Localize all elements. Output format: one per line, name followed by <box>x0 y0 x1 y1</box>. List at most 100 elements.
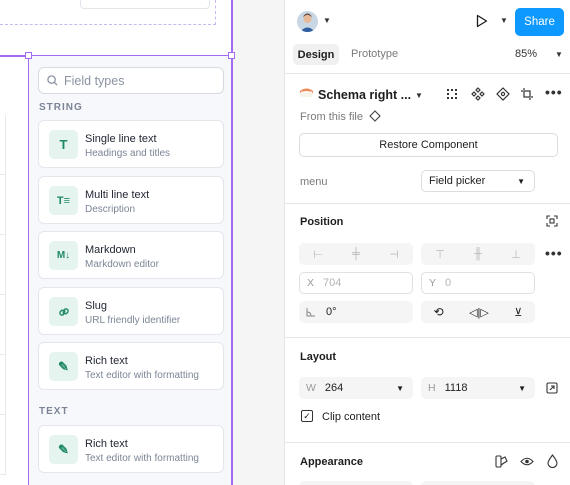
grid-select-icon[interactable] <box>445 87 459 101</box>
appearance-section-title: Appearance <box>300 456 363 468</box>
more-options-icon[interactable]: ••• <box>545 245 563 261</box>
divider <box>285 203 570 204</box>
frame-above-input <box>80 0 210 9</box>
section-label-string: STRING <box>39 102 83 113</box>
y-position-field[interactable]: Y 0 <box>421 272 535 294</box>
zoom-level[interactable]: 85% <box>515 48 537 60</box>
field-type-subtitle: URL friendly identifier <box>85 315 181 326</box>
chevron-down-icon: ▼ <box>518 383 526 393</box>
x-label: X <box>307 277 315 289</box>
field-type-subtitle: Description <box>85 204 136 215</box>
property-label: menu <box>300 176 328 188</box>
horizontal-align-group: ⊢ ╪ ⊣ <box>299 243 413 265</box>
w-value: 264 <box>324 382 344 394</box>
align-top-icon[interactable]: ⊤ <box>421 243 459 265</box>
field-type-subtitle: Headings and titles <box>85 148 171 159</box>
chevron-down-icon: ▼ <box>517 176 525 186</box>
divider <box>285 442 570 443</box>
property-select[interactable]: Field picker ▼ <box>421 170 535 192</box>
chevron-down-icon: ▼ <box>396 383 404 393</box>
left-column-edge <box>0 115 6 475</box>
eye-icon[interactable] <box>520 456 534 467</box>
field-type-card[interactable]: T Single line text Headings and titles <box>38 120 224 168</box>
align-left-icon[interactable]: ⊢ <box>299 243 337 265</box>
rotate-90-icon[interactable]: ⟲ <box>434 305 444 319</box>
field-type-subtitle: Text editor with formatting <box>85 370 199 381</box>
canvas[interactable]: Field types STRING T Single line text He… <box>0 0 284 485</box>
drop-icon[interactable] <box>547 454 558 468</box>
more-options-icon[interactable]: ••• <box>545 84 563 100</box>
y-label: Y <box>429 277 437 289</box>
x-position-field[interactable]: X 704 <box>299 272 413 294</box>
component-icon[interactable] <box>471 87 485 101</box>
field-picker-component[interactable]: Field types STRING T Single line text He… <box>28 56 232 485</box>
chevron-down-icon[interactable]: ▼ <box>415 91 423 100</box>
field-type-title: Rich text <box>85 355 128 367</box>
style-variables-icon[interactable] <box>495 455 508 468</box>
field-type-title: Single line text <box>85 133 157 145</box>
search-input[interactable]: Field types <box>38 67 224 94</box>
rich-text-icon: ✎ <box>49 352 78 381</box>
w-label: W <box>306 382 316 394</box>
field-type-card[interactable]: Slug URL friendly identifier <box>38 287 224 335</box>
play-icon[interactable] <box>476 14 488 28</box>
avatar[interactable] <box>297 11 318 32</box>
field-type-title: Multi line text <box>85 189 150 201</box>
transform-group: ⟲ ◁|▷ ⊻ <box>421 301 535 323</box>
share-button[interactable]: Share <box>515 8 564 36</box>
clip-content-checkbox[interactable]: ✓ <box>301 410 313 422</box>
field-type-title: Markdown <box>85 244 136 256</box>
resize-handle-top-left[interactable] <box>25 52 32 59</box>
chevron-down-icon[interactable]: ▼ <box>500 16 508 25</box>
sushi-icon <box>300 88 313 97</box>
component-name[interactable]: Schema right ... <box>318 88 411 102</box>
field-type-card[interactable]: ✎ Rich text Text editor with formatting <box>38 342 224 390</box>
search-placeholder: Field types <box>64 73 125 88</box>
field-type-subtitle: Markdown editor <box>85 259 159 270</box>
flip-vertical-icon[interactable]: ⊻ <box>514 306 522 319</box>
clip-content-label: Clip content <box>322 411 381 423</box>
multiline-text-icon: T≡ <box>49 186 78 215</box>
h-label: H <box>428 382 436 394</box>
field-type-subtitle: Text editor with formatting <box>85 453 199 464</box>
divider <box>285 337 570 338</box>
constraints-icon[interactable] <box>546 215 558 227</box>
field-type-title: Rich text <box>85 438 128 450</box>
resize-handle-top-right[interactable] <box>228 52 235 59</box>
tab-design[interactable]: Design <box>293 44 339 65</box>
detach-icon[interactable] <box>520 87 534 101</box>
tab-prototype[interactable]: Prototype <box>351 48 398 60</box>
resize-to-fit-icon[interactable] <box>546 382 558 394</box>
vertical-align-group: ⊤ ╫ ⊥ <box>421 243 535 265</box>
corner-radius-field[interactable] <box>421 481 535 485</box>
section-label-text: TEXT <box>39 406 69 417</box>
search-icon <box>47 75 58 86</box>
rotation-icon <box>306 308 315 317</box>
height-field[interactable]: H 1118 ▼ <box>421 377 535 399</box>
rotation-value: 0° <box>326 306 337 318</box>
field-type-card[interactable]: ✎ Rich text Text editor with formatting <box>38 425 224 473</box>
align-bottom-icon[interactable]: ⊥ <box>497 243 535 265</box>
width-field[interactable]: W 264 ▼ <box>299 377 413 399</box>
restore-component-button[interactable]: Restore Component <box>299 133 558 157</box>
align-center-horizontal-icon[interactable]: ╪ <box>337 243 375 265</box>
property-select-value: Field picker <box>429 175 486 187</box>
markdown-icon: M↓ <box>49 241 78 270</box>
layout-section-title: Layout <box>300 351 337 363</box>
rich-text-icon: ✎ <box>49 435 78 464</box>
text-type-icon: T <box>49 130 78 159</box>
align-middle-icon[interactable]: ╫ <box>459 243 497 265</box>
position-section-title: Position <box>300 216 344 228</box>
flip-horizontal-icon[interactable]: ◁|▷ <box>469 306 489 319</box>
field-type-card[interactable]: T≡ Multi line text Description <box>38 176 224 224</box>
field-type-card[interactable]: M↓ Markdown Markdown editor <box>38 231 224 279</box>
chevron-down-icon[interactable]: ▼ <box>555 50 563 59</box>
align-right-icon[interactable]: ⊣ <box>375 243 413 265</box>
link-icon <box>49 297 78 326</box>
diamond-icon[interactable] <box>369 110 381 122</box>
opacity-field[interactable] <box>299 481 413 485</box>
go-to-main-icon[interactable] <box>496 87 510 101</box>
rotation-field[interactable]: 0° <box>299 301 413 323</box>
chevron-down-icon[interactable]: ▼ <box>323 16 331 25</box>
h-value: 1118 <box>444 382 468 394</box>
